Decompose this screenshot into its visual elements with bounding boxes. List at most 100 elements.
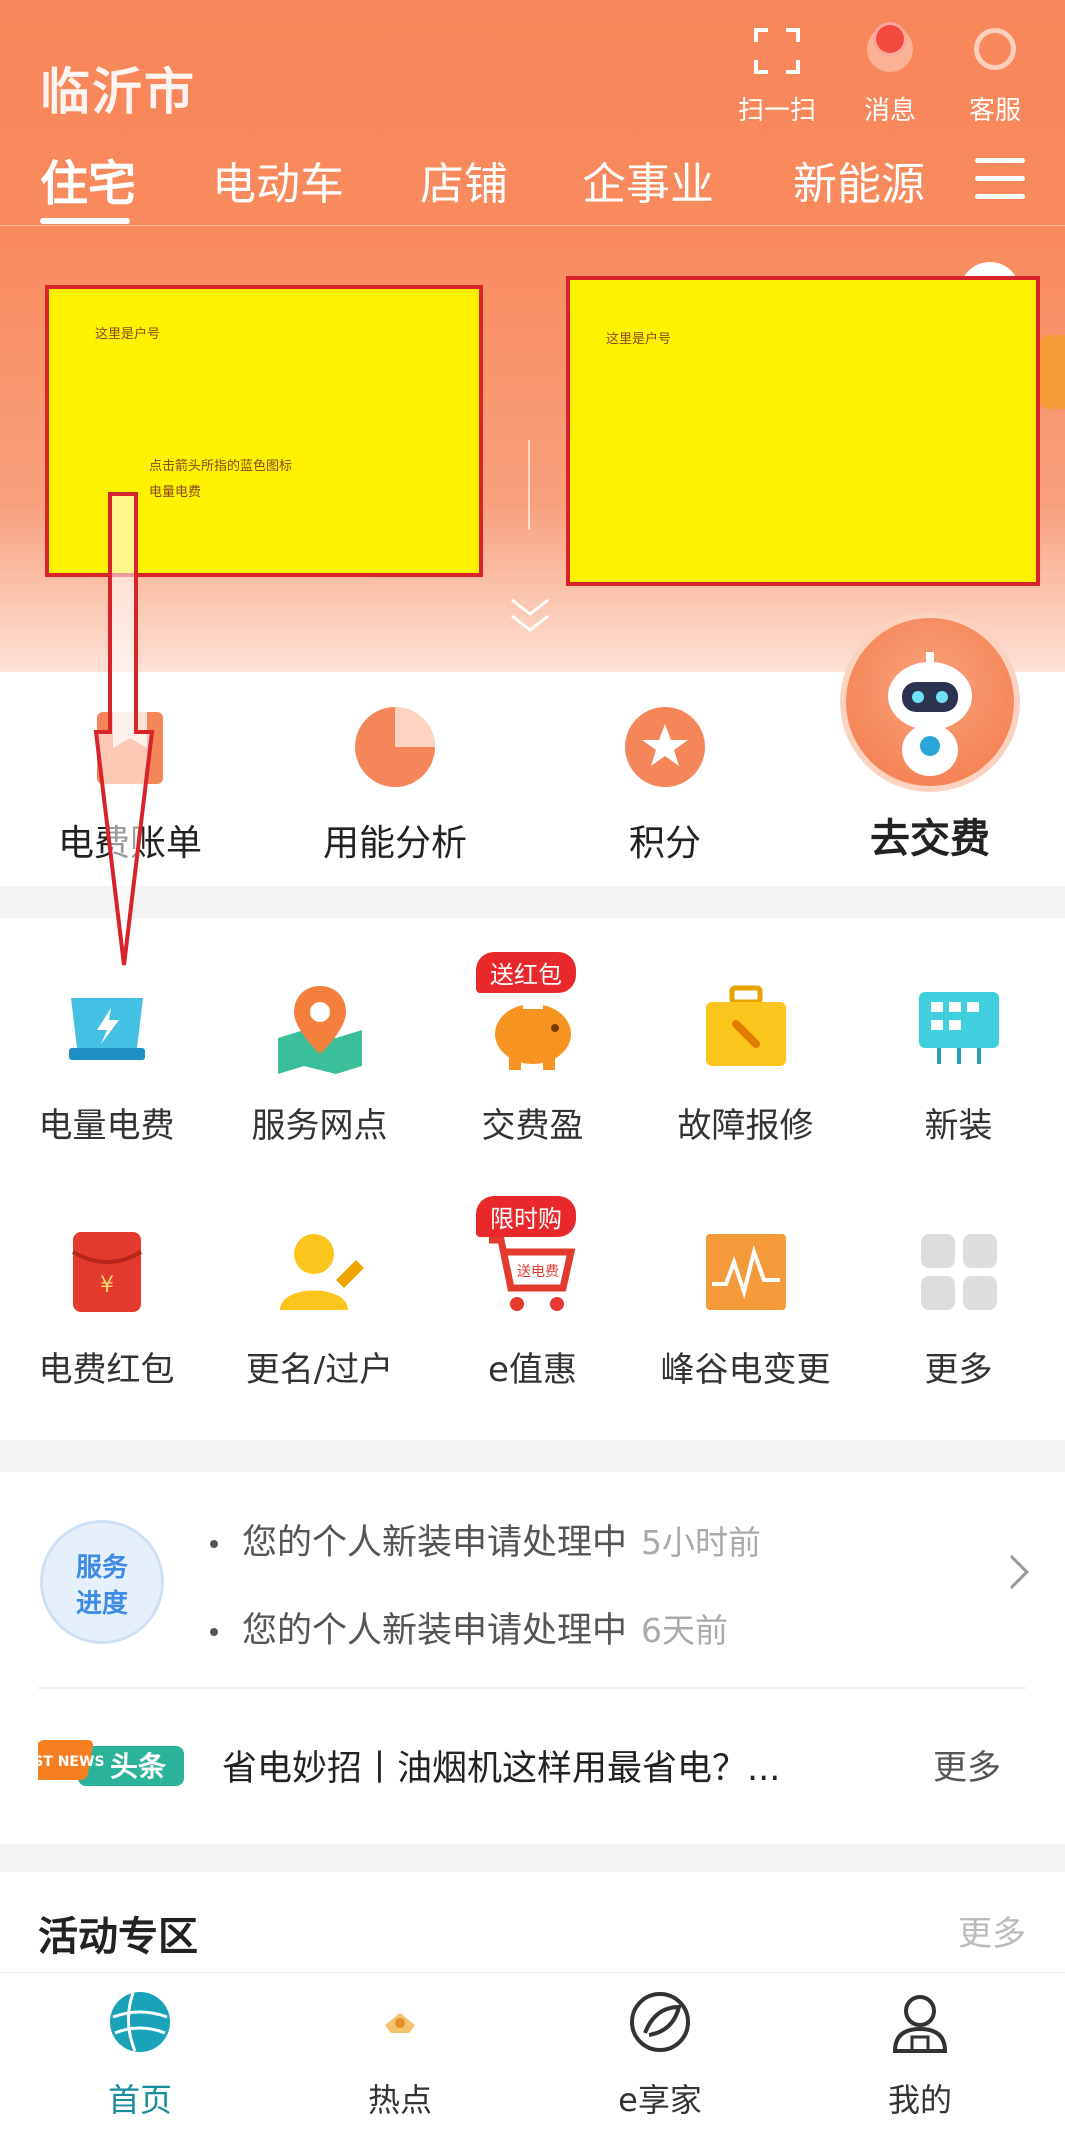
nav-home-label: 首页 [107, 2081, 172, 2119]
pie-chart-icon [355, 707, 435, 787]
service-electricity[interactable]: 电量电费 [0, 978, 213, 1147]
category-tabs: 住宅 电动车 店铺 企事业 新能源 [0, 140, 1065, 226]
progress-badge-line1: 服务 [75, 1553, 128, 1583]
service-label: e值惠 [488, 1350, 577, 1390]
service-label: 电量电费 [38, 1106, 175, 1146]
service-label: 更多 [924, 1350, 993, 1390]
promo-badge: 送红包 [476, 952, 576, 993]
activity-more-link[interactable]: 更多 [958, 1906, 1026, 1955]
nav-e-home-label: e享家 [618, 2081, 702, 2119]
star-icon [625, 707, 705, 787]
chevron-down-icon[interactable] [506, 596, 554, 636]
message-button[interactable]: 消息 [845, 18, 935, 127]
tab-residential[interactable]: 住宅 [40, 144, 136, 214]
quick-bill-label: 电费账单 [57, 823, 202, 864]
svg-text:¥: ¥ [100, 1273, 114, 1298]
service-more[interactable]: 更多 [852, 1222, 1065, 1391]
bill-icon [97, 712, 163, 784]
piggy-bank-icon [494, 1004, 571, 1070]
promo-badge: 限时购 [476, 1196, 576, 1237]
header: 临沂市 扫一扫 消息 客服 住宅 电动车 店铺 企事业 新能源 这里是户号 点击… [0, 0, 1065, 672]
activity-section: 活动专区 更多 [0, 1872, 1065, 1972]
active-tab-indicator [40, 218, 130, 224]
scan-icon [732, 18, 822, 80]
service-new-install[interactable]: 新装 [852, 978, 1065, 1147]
service-grid: 电量电费 服务网点 送红包 交费盈 故障报修 新装 ¥ 电费红包 更名/过户 送… [0, 918, 1065, 1440]
home-globe-icon [110, 1992, 170, 2052]
chevron-right-icon[interactable] [995, 1555, 1029, 1589]
leaf-icon [630, 1992, 690, 2052]
pay-label[interactable]: 去交费 [840, 806, 1020, 864]
service-label: 峰谷电变更 [660, 1350, 831, 1390]
progress-badge-icon[interactable]: 服务 进度 [40, 1520, 164, 1644]
red-envelope-icon: ¥ [71, 1232, 142, 1312]
cart-icon: 送电费 [488, 1236, 575, 1311]
nav-e-home[interactable]: e享家 [560, 1987, 760, 2121]
tab-shop[interactable]: 店铺 [420, 148, 508, 212]
service-payment-plus[interactable]: 送红包 交费盈 [426, 952, 639, 1147]
service-label: 更名/过户 [245, 1350, 394, 1390]
quick-bill[interactable]: 电费账单 [0, 702, 260, 866]
progress-item[interactable]: 您的个人新装申请处理中 5小时前 [210, 1514, 761, 1565]
tab-new-energy[interactable]: 新能源 [793, 148, 925, 212]
hot-icon [385, 2013, 415, 2033]
service-e-value[interactable]: 送电费 限时购 e值惠 [426, 1196, 639, 1391]
news-logo-icon: 1ST NEWS 头条 [38, 1740, 184, 1786]
cart-subtext: 送电费 [517, 1264, 559, 1280]
quick-points-label: 积分 [628, 823, 701, 864]
account-card-right[interactable]: 这里是户号 [566, 276, 1040, 586]
quick-points[interactable]: 积分 [535, 702, 795, 866]
progress-badge-line2: 进度 [75, 1589, 128, 1619]
quick-energy-analysis[interactable]: 用能分析 [265, 702, 525, 866]
account-card-left[interactable]: 这里是户号 点击箭头所指的蓝色图标 电量电费 [45, 285, 483, 577]
nav-mine[interactable]: 我的 [820, 1987, 1020, 2121]
electricity-icon [68, 998, 145, 1060]
divider [38, 1687, 1026, 1689]
activity-title: 活动专区 [38, 1914, 198, 1960]
tab-ev[interactable]: 电动车 [212, 148, 344, 212]
account-number-label-2: 这里是户号 [606, 332, 672, 347]
grid-icon [920, 1234, 997, 1310]
tab-enterprise[interactable]: 企事业 [582, 148, 714, 212]
news-more-link[interactable]: 更多 [933, 1740, 1001, 1789]
city-selector[interactable]: 临沂市 [40, 52, 196, 124]
instruction-note: 点击箭头所指的蓝色图标 [149, 459, 293, 474]
progress-item[interactable]: 您的个人新装申请处理中 6天前 [210, 1602, 728, 1653]
scan-label: 扫一扫 [737, 96, 816, 126]
service-label: 电费红包 [38, 1350, 175, 1390]
instruction-note-target: 电量电费 [149, 485, 202, 500]
service-label: 交费盈 [481, 1106, 584, 1146]
nav-mine-label: 我的 [887, 2081, 952, 2119]
progress-time: 5小时前 [641, 1523, 762, 1562]
service-peak-valley[interactable]: 峰谷电变更 [639, 1222, 852, 1391]
user-edit-icon [279, 1234, 364, 1310]
svg-text:1ST NEWS: 1ST NEWS [38, 1754, 105, 1770]
service-repair[interactable]: 故障报修 [639, 978, 852, 1147]
customer-service-icon [950, 18, 1040, 80]
quick-energy-label: 用能分析 [322, 823, 467, 864]
card-divider [528, 440, 530, 530]
customer-service-label: 客服 [968, 96, 1021, 126]
nav-home[interactable]: 首页 [40, 1987, 240, 2121]
pay-button[interactable] [840, 612, 1020, 792]
news-headline[interactable]: 省电妙招丨油烟机这样用最省电？... [222, 1740, 780, 1791]
unread-dot [873, 22, 907, 56]
robot-icon [888, 652, 972, 776]
scan-button[interactable]: 扫一扫 [732, 18, 822, 127]
profile-icon [892, 1995, 948, 2053]
meter-icon [918, 992, 999, 1064]
progress-time: 6天前 [641, 1611, 729, 1650]
customer-service-button[interactable]: 客服 [950, 18, 1040, 127]
nav-hot[interactable]: 热点 [300, 1987, 500, 2121]
service-outlets[interactable]: 服务网点 [213, 978, 426, 1147]
svg-text:头条: 头条 [110, 1750, 166, 1783]
service-rename[interactable]: 更名/过户 [213, 1222, 426, 1391]
service-red-envelope[interactable]: ¥ 电费红包 [0, 1222, 213, 1391]
side-tab[interactable] [1040, 335, 1065, 409]
service-progress: 服务 进度 您的个人新装申请处理中 5小时前 您的个人新装申请处理中 6天前 1ST… [0, 1472, 1065, 1844]
map-pin-icon [277, 986, 362, 1074]
menu-icon[interactable] [975, 158, 1025, 200]
toolbox-icon [705, 985, 786, 1066]
bottom-navigation: 首页 热点 e享家 我的 [0, 1972, 1065, 2131]
service-label: 新装 [924, 1106, 993, 1146]
